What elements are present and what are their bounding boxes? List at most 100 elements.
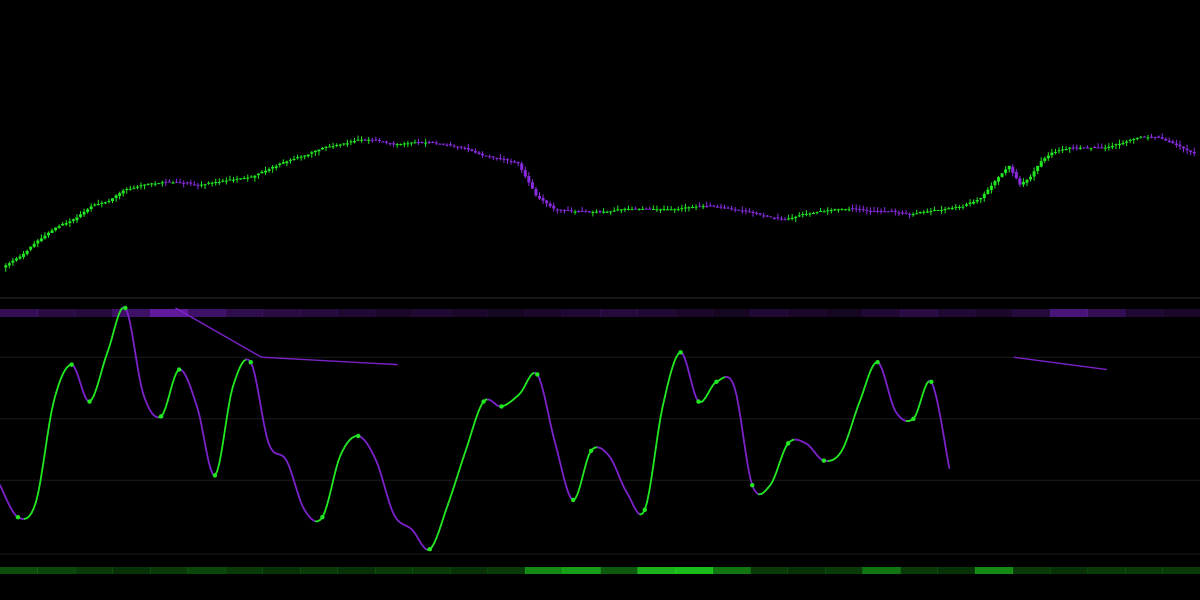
candle-body	[1082, 147, 1086, 149]
candle-body	[694, 206, 698, 208]
candle-body	[207, 182, 211, 184]
candle-body	[338, 144, 342, 146]
oscillator-segment	[41, 452, 46, 470]
top-heatstrip-cell	[862, 309, 901, 317]
oscillator-pivot-dot	[821, 458, 827, 463]
candle-body	[1068, 147, 1072, 149]
oscillator-segment	[946, 459, 951, 469]
oscillator-segment	[231, 379, 236, 388]
candle-body	[1007, 165, 1011, 170]
candle-body	[121, 190, 125, 194]
candle-body	[75, 217, 79, 221]
oscillator-segment	[446, 497, 451, 506]
oscillator-segment	[111, 328, 116, 339]
candle-body	[1128, 139, 1132, 141]
candle-body	[1075, 147, 1079, 149]
candle-body	[93, 204, 97, 206]
oscillator-segment	[99, 365, 104, 376]
oscillator-segment	[576, 486, 581, 495]
candle-body	[669, 209, 673, 211]
oscillator-segment	[449, 491, 454, 500]
candle-body	[986, 189, 990, 194]
candle-body	[296, 157, 300, 159]
candle-body	[143, 184, 147, 186]
candle-body	[822, 211, 826, 213]
candle-body	[82, 211, 86, 215]
oscillator-pivot-dot	[929, 379, 934, 385]
candle-body	[989, 185, 993, 191]
candle-body	[811, 212, 815, 214]
bottom-heatstrip-cell	[37, 567, 76, 574]
candle-body	[1121, 142, 1125, 145]
candle-body	[1057, 150, 1061, 152]
oscillator-segment	[97, 373, 102, 383]
oscillator-pivot-dot	[248, 359, 253, 365]
candle-body	[1018, 178, 1022, 185]
candle-body	[616, 209, 620, 211]
candle-body	[701, 206, 705, 208]
oscillator-segment	[162, 406, 167, 415]
oscillator-segment	[744, 450, 749, 467]
candle-body	[680, 208, 684, 210]
candle-body	[100, 202, 104, 204]
candle-body	[385, 141, 389, 143]
oscillator-segment	[261, 412, 266, 426]
candle-body	[570, 210, 574, 212]
candle-body	[851, 208, 855, 210]
candle-body	[46, 232, 50, 236]
candle-body	[459, 146, 463, 148]
oscillator-segment	[133, 346, 138, 362]
candle-body	[363, 139, 367, 141]
oscillator-segment	[258, 399, 263, 414]
bottom-heatstrip-cell	[1087, 567, 1126, 574]
candle-body	[388, 143, 392, 145]
oscillator-segment	[460, 456, 465, 466]
candle-body	[367, 139, 371, 141]
top-heatstrip-cell	[262, 309, 301, 317]
candle-body	[925, 211, 929, 213]
candle-body	[705, 205, 709, 207]
candle-body	[57, 226, 61, 228]
candle-body	[235, 178, 239, 180]
oscillator-segment	[328, 487, 333, 499]
candle-body	[883, 211, 887, 213]
chart-svg	[0, 133, 1200, 574]
candle-body	[993, 181, 997, 186]
oscillator-segment	[191, 392, 196, 401]
candle-body	[43, 235, 47, 239]
oscillator-segment	[581, 469, 586, 480]
oscillator-segment	[668, 368, 673, 379]
candle-body	[787, 218, 791, 220]
oscillator-segment	[852, 413, 857, 422]
candle-body	[352, 141, 356, 143]
candle-body	[473, 150, 477, 153]
candle-body	[1171, 141, 1175, 144]
oscillator-segment	[455, 470, 460, 480]
oscillator-segment	[849, 420, 854, 429]
candle-body	[844, 209, 848, 211]
oscillator-pivot-dot	[481, 399, 486, 404]
divergence-trendline	[261, 356, 398, 366]
candle-body	[982, 193, 986, 199]
candle-body	[1192, 151, 1196, 154]
candle-body	[1089, 148, 1093, 150]
candle-body	[530, 182, 534, 189]
candle-body	[630, 209, 634, 211]
oscillator-segment	[227, 394, 232, 410]
candle-body	[815, 212, 819, 214]
candle-body	[79, 214, 83, 218]
candle-body	[242, 177, 246, 179]
candle-body	[502, 158, 506, 160]
oscillator-segment	[646, 490, 651, 504]
candle-body	[189, 182, 193, 184]
candle-body	[484, 155, 488, 157]
bottom-heatstrip-cell	[750, 567, 788, 574]
oscillator-segment	[43, 437, 48, 455]
price-panel	[4, 133, 1196, 272]
candle-body	[687, 207, 691, 209]
candle-body	[861, 209, 865, 211]
oscillator-segment	[552, 433, 557, 445]
candle-body	[1142, 136, 1146, 138]
oscillator-segment	[919, 394, 924, 404]
oscillator-segment	[778, 456, 783, 466]
